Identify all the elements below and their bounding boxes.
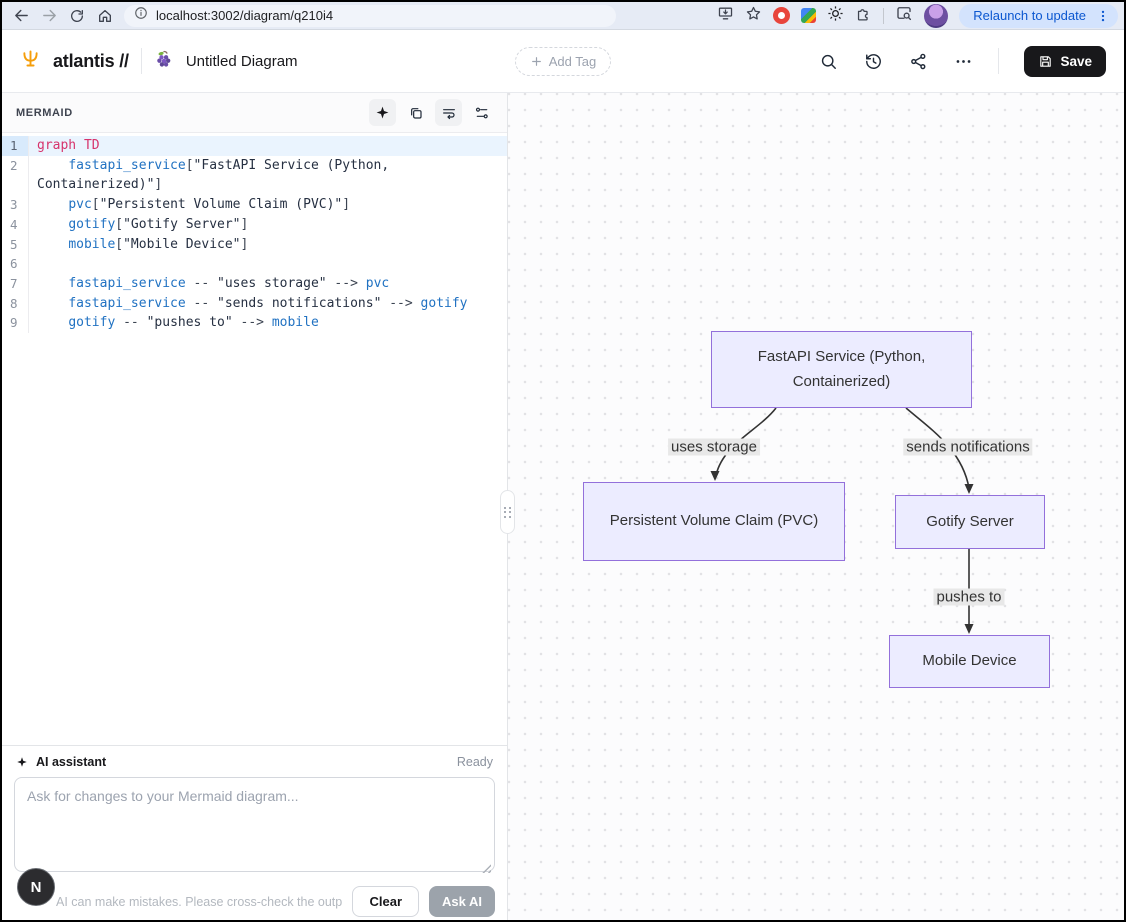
line-number: 1 bbox=[2, 136, 29, 156]
more-options-icon[interactable] bbox=[953, 51, 973, 71]
save-button[interactable]: Save bbox=[1024, 46, 1106, 77]
app-header: atlantis // Untitled Diagram Add Tag bbox=[2, 30, 1124, 93]
code-editor[interactable]: 1graph TD2 fastapi_service["FastAPI Serv… bbox=[2, 133, 507, 745]
url-text[interactable]: localhost:3002/diagram/q210i4 bbox=[156, 8, 333, 23]
gear-extension-icon[interactable] bbox=[827, 5, 844, 27]
share-icon[interactable] bbox=[908, 51, 928, 71]
relaunch-to-update-button[interactable]: Relaunch to update bbox=[959, 4, 1118, 28]
address-bar[interactable]: localhost:3002/diagram/q210i4 bbox=[124, 5, 616, 27]
code-text: mobile["Mobile Device"] bbox=[29, 235, 507, 255]
notification-badge[interactable]: N bbox=[17, 868, 55, 906]
browser-menu-icon bbox=[1096, 9, 1110, 23]
bookmark-star-icon[interactable] bbox=[745, 5, 762, 27]
edge-label: pushes to bbox=[933, 589, 1004, 606]
diagram-node-gotify: Gotify Server bbox=[895, 495, 1045, 549]
profile-avatar[interactable] bbox=[924, 4, 948, 28]
ai-assistant-panel: AI assistant Ready AI can make mistakes.… bbox=[2, 745, 507, 920]
toolbar-divider bbox=[883, 8, 884, 24]
relaunch-label: Relaunch to update bbox=[973, 8, 1086, 23]
code-text: fastapi_service -- "uses storage" --> pv… bbox=[29, 274, 507, 294]
line-number: 9 bbox=[2, 313, 29, 333]
image-extension-icon[interactable] bbox=[801, 8, 816, 23]
forward-icon[interactable] bbox=[36, 4, 62, 28]
settings-sliders-icon[interactable] bbox=[468, 99, 495, 126]
copy-icon[interactable] bbox=[402, 99, 429, 126]
code-row[interactable]: 8 fastapi_service -- "sends notification… bbox=[2, 294, 507, 314]
code-row[interactable]: 1graph TD bbox=[2, 136, 507, 156]
code-text: pvc["Persistent Volume Claim (PVC)"] bbox=[29, 195, 507, 215]
header-divider-right bbox=[998, 48, 999, 74]
site-info-icon[interactable] bbox=[134, 6, 148, 25]
code-text: graph TD bbox=[29, 136, 507, 156]
mermaid-editor-panel: MERMAID 1graph TD2 bbox=[2, 93, 508, 920]
clear-button[interactable]: Clear bbox=[352, 886, 419, 917]
browser-toolbar: localhost:3002/diagram/q210i4 Re bbox=[2, 2, 1124, 30]
line-number: 5 bbox=[2, 235, 29, 255]
home-icon[interactable] bbox=[92, 4, 118, 28]
line-number: 3 bbox=[2, 195, 29, 215]
header-divider bbox=[141, 48, 142, 74]
search-icon[interactable] bbox=[818, 51, 838, 71]
panel-title: MERMAID bbox=[16, 107, 73, 119]
code-lines: 1graph TD2 fastapi_service["FastAPI Serv… bbox=[2, 136, 507, 333]
line-number: 8 bbox=[2, 294, 29, 314]
code-row[interactable]: 3 pvc["Persistent Volume Claim (PVC)"] bbox=[2, 195, 507, 215]
code-row[interactable]: 6 bbox=[2, 254, 507, 274]
adblock-extension-icon[interactable] bbox=[773, 7, 790, 24]
reload-icon[interactable] bbox=[64, 4, 90, 28]
editor-header: MERMAID bbox=[2, 93, 507, 133]
add-tag-button[interactable]: Add Tag bbox=[515, 47, 611, 76]
document-title[interactable]: Untitled Diagram bbox=[186, 53, 298, 70]
edge-label: uses storage bbox=[668, 439, 760, 456]
tab-search-icon[interactable] bbox=[895, 4, 913, 27]
code-text: gotify["Gotify Server"] bbox=[29, 215, 507, 235]
line-number: 6 bbox=[2, 254, 29, 274]
code-text: gotify -- "pushes to" --> mobile bbox=[29, 313, 507, 333]
extensions-puzzle-icon[interactable] bbox=[855, 5, 872, 27]
panel-resize-handle[interactable] bbox=[500, 490, 515, 534]
code-row[interactable]: 4 gotify["Gotify Server"] bbox=[2, 215, 507, 235]
add-tag-label: Add Tag bbox=[549, 54, 596, 69]
grape-icon bbox=[154, 49, 174, 74]
edge-label: sends notifications bbox=[903, 439, 1032, 456]
assistant-status: Ready bbox=[457, 755, 493, 769]
assistant-disclaimer: AI can make mistakes. Please cross-check… bbox=[14, 895, 342, 909]
diagram-node-pvc: Persistent Volume Claim (PVC) bbox=[583, 482, 845, 561]
brand-name[interactable]: atlantis // bbox=[53, 51, 129, 72]
ai-sparkle-icon[interactable] bbox=[369, 99, 396, 126]
save-label: Save bbox=[1060, 54, 1092, 69]
app-window: localhost:3002/diagram/q210i4 Re bbox=[0, 0, 1126, 922]
word-wrap-icon[interactable] bbox=[435, 99, 462, 126]
diagram-node-mobile: Mobile Device bbox=[889, 635, 1050, 688]
line-number bbox=[2, 175, 29, 195]
floppy-icon bbox=[1038, 54, 1053, 69]
history-icon[interactable] bbox=[863, 51, 883, 71]
install-icon[interactable] bbox=[717, 5, 734, 27]
line-number: 2 bbox=[2, 156, 29, 176]
code-text: fastapi_service -- "sends notifications"… bbox=[29, 294, 507, 314]
plus-icon bbox=[530, 55, 543, 68]
line-number: 7 bbox=[2, 274, 29, 294]
drag-dots-icon bbox=[504, 507, 511, 518]
ask-ai-button[interactable]: Ask AI bbox=[429, 886, 495, 917]
code-text: Containerized)"] bbox=[29, 175, 507, 195]
code-row[interactable]: 7 fastapi_service -- "uses storage" --> … bbox=[2, 274, 507, 294]
line-number: 4 bbox=[2, 215, 29, 235]
assistant-sparkle-icon bbox=[16, 756, 28, 768]
back-icon[interactable] bbox=[8, 4, 34, 28]
code-text: fastapi_service["FastAPI Service (Python… bbox=[29, 156, 507, 176]
assistant-title: AI assistant bbox=[36, 755, 106, 769]
diagram-node-fastapi_service: FastAPI Service (Python, Containerized) bbox=[711, 331, 972, 408]
diagram-canvas[interactable]: uses storage sends notifications pushes to… bbox=[508, 93, 1124, 920]
code-row[interactable]: Containerized)"] bbox=[2, 175, 507, 195]
code-row[interactable]: 9 gotify -- "pushes to" --> mobile bbox=[2, 313, 507, 333]
assistant-prompt-input[interactable] bbox=[14, 777, 495, 872]
code-text bbox=[29, 254, 507, 274]
atlantis-logo-icon bbox=[20, 48, 41, 74]
main-area: MERMAID 1graph TD2 bbox=[2, 93, 1124, 920]
code-row[interactable]: 5 mobile["Mobile Device"] bbox=[2, 235, 507, 255]
code-row[interactable]: 2 fastapi_service["FastAPI Service (Pyth… bbox=[2, 156, 507, 176]
